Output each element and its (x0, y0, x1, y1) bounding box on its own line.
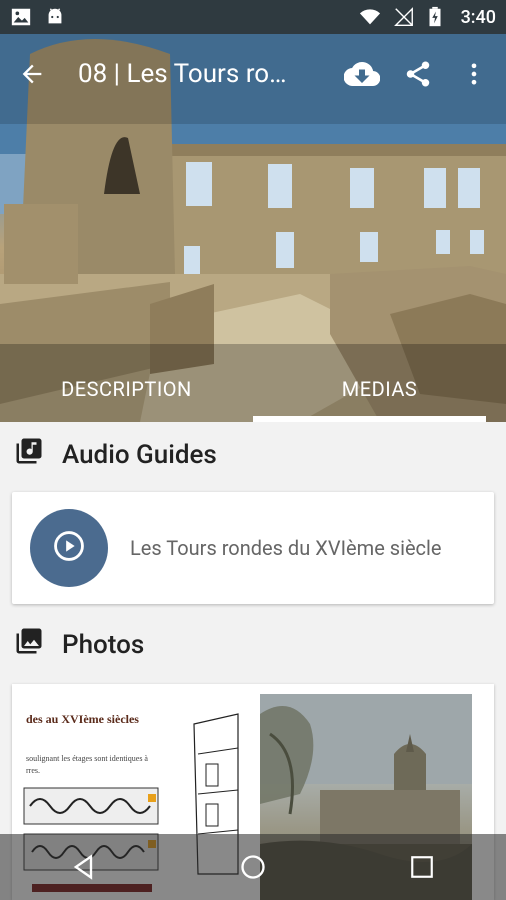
photo-library-icon (14, 626, 44, 663)
tab-medias-label: MEDIAS (341, 377, 418, 401)
share-icon[interactable] (398, 54, 438, 94)
back-triangle-icon[interactable] (54, 837, 114, 897)
image-icon (10, 6, 32, 28)
app-toolbar: 08 | Les Tours rondes du XVIème siècle (0, 34, 506, 114)
audio-guide-card: Les Tours rondes du XVIème siècle (12, 492, 494, 604)
wifi-icon (359, 6, 381, 28)
home-circle-icon[interactable] (223, 837, 283, 897)
tab-bar: DESCRIPTION MEDIAS (0, 356, 506, 422)
photos-header: Photos (14, 626, 144, 663)
play-button[interactable] (30, 509, 108, 587)
battery-charging-icon (427, 6, 449, 28)
page-title: 08 | Les Tours rondes du XVIème siècle (78, 59, 298, 89)
photos-title: Photos (62, 629, 145, 660)
play-circle-icon (52, 529, 86, 567)
status-time: 3:40 (460, 6, 496, 28)
tab-description[interactable]: DESCRIPTION (0, 356, 253, 422)
audio-guide-item[interactable]: Les Tours rondes du XVIème siècle (12, 492, 494, 604)
tab-medias[interactable]: MEDIAS (253, 356, 506, 422)
library-music-icon (14, 436, 44, 473)
audio-guide-title: Les Tours rondes du XVIème siècle (130, 536, 442, 560)
recents-square-icon[interactable] (392, 837, 452, 897)
audio-guides-header: Audio Guides (14, 436, 217, 473)
more-vert-icon[interactable] (454, 54, 494, 94)
cloud-download-icon[interactable] (342, 54, 382, 94)
audio-guides-title: Audio Guides (62, 439, 217, 470)
tab-description-label: DESCRIPTION (61, 377, 192, 401)
status-bar: 3:40 (0, 0, 506, 34)
no-signal-icon (393, 6, 415, 28)
system-nav-bar (0, 834, 506, 900)
arrow-back-icon[interactable] (12, 54, 52, 94)
android-icon (44, 6, 66, 28)
